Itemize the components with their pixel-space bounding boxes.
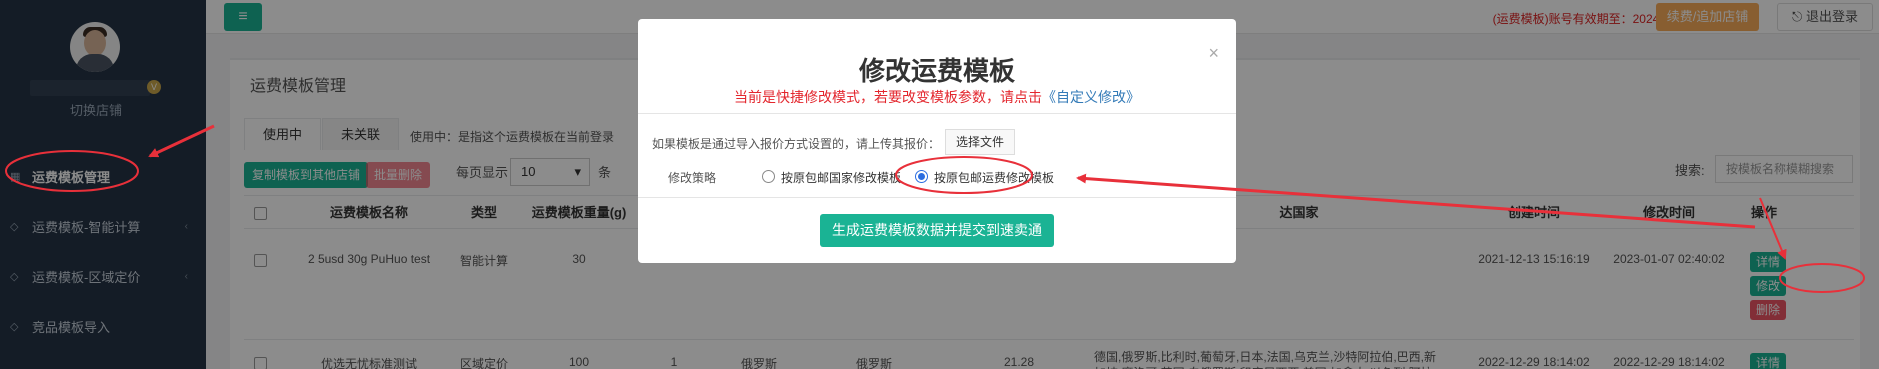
modal-title: 修改运费模板 [858, 56, 1015, 86]
modal-subtitle-text: 当前是快捷修改模式，若要改变模板参数，请点击 [734, 89, 1042, 105]
strategy-label: 修改策略 [668, 171, 717, 185]
edit-template-modal: 修改运费模板 × 当前是快捷修改模式，若要改变模板参数，请点击《自定义修改》 如… [638, 19, 1236, 263]
modal-subtitle: 当前是快捷修改模式，若要改变模板参数，请点击《自定义修改》 [638, 87, 1236, 107]
divider [638, 197, 1236, 198]
radio-by-shipping-fee-label[interactable]: 按原包邮运费修改模板 [934, 169, 1054, 186]
radio-by-shipping-fee[interactable] [915, 170, 928, 183]
radio-by-country[interactable] [762, 170, 775, 183]
divider [638, 113, 1236, 114]
choose-file-button[interactable]: 选择文件 [945, 129, 1015, 155]
upload-hint: 如果模板是通过导入报价方式设置的，请上传其报价： [652, 137, 941, 151]
close-icon[interactable]: × [1208, 43, 1219, 64]
custom-edit-link[interactable]: 《自定义修改》 [1042, 89, 1140, 105]
submit-button[interactable]: 生成运费模板数据并提交到速卖通 [820, 214, 1054, 247]
radio-by-country-label[interactable]: 按原包邮国家修改模板 [781, 169, 901, 186]
